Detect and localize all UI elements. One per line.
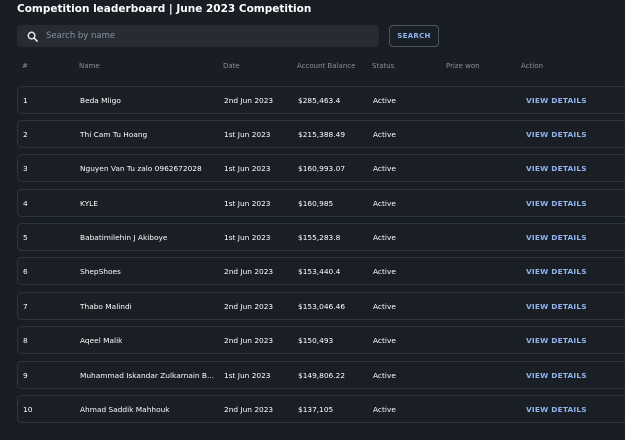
view-details-button[interactable]: VIEW DETAILS [526, 302, 587, 311]
header-num: # [22, 62, 28, 70]
header-action: Action [521, 62, 543, 70]
row-name: Beda Mligo [80, 96, 121, 105]
row-rank: 1 [23, 96, 28, 105]
table-row: 1 Beda Mligo 2nd Jun 2023 $285,463.4 Act… [17, 86, 625, 114]
row-name: KYLE [80, 199, 98, 208]
row-balance: $137,105 [298, 405, 334, 414]
row-date: 2nd Jun 2023 [224, 405, 274, 414]
view-details-button[interactable]: VIEW DETAILS [526, 130, 587, 139]
search-button[interactable]: SEARCH [389, 25, 439, 47]
row-rank: 7 [23, 302, 28, 311]
row-rank: 4 [23, 199, 28, 208]
row-date: 1st Jun 2023 [224, 164, 271, 173]
table-row: 10 Ahmad Saddik Mahhouk 2nd Jun 2023 $13… [17, 395, 625, 423]
row-name: Thi Cam Tu Hoang [80, 130, 148, 139]
table-row: 7 Thabo Malindi 2nd Jun 2023 $153,046.46… [17, 292, 625, 320]
view-details-button[interactable]: VIEW DETAILS [526, 405, 587, 414]
row-name: Nguyen Van Tu zalo 0962672028 [80, 164, 202, 173]
view-details-button[interactable]: VIEW DETAILS [526, 371, 587, 380]
row-date: 2nd Jun 2023 [224, 336, 274, 345]
row-name: Babatimilehin J Akiboye [80, 233, 168, 242]
row-status: Active [373, 130, 396, 139]
search-bar[interactable] [17, 25, 379, 47]
row-name: Aqeel Malik [80, 336, 123, 345]
header-date: Date [223, 62, 240, 70]
view-details-button[interactable]: VIEW DETAILS [526, 267, 587, 276]
table-row: 2 Thi Cam Tu Hoang 1st Jun 2023 $215,388… [17, 120, 625, 148]
row-rank: 10 [23, 405, 33, 414]
row-balance: $160,993.07 [298, 164, 346, 173]
header-prize: Prize won [446, 62, 480, 70]
row-balance: $160,985 [298, 199, 334, 208]
table-row: 6 ShepShoes 2nd Jun 2023 $153,440.4 Acti… [17, 257, 625, 285]
row-rank: 5 [23, 233, 28, 242]
table-row: 5 Babatimilehin J Akiboye 1st Jun 2023 $… [17, 223, 625, 251]
row-name: ShepShoes [80, 267, 121, 276]
row-date: 1st Jun 2023 [224, 199, 271, 208]
row-name: Muhammad Iskandar Zulkarnain B... [80, 371, 215, 380]
row-balance: $150,493 [298, 336, 334, 345]
view-details-button[interactable]: VIEW DETAILS [526, 233, 587, 242]
table-row: 4 KYLE 1st Jun 2023 $160,985 Active VIEW… [17, 189, 625, 217]
row-rank: 8 [23, 336, 28, 345]
table-row: 8 Aqeel Malik 2nd Jun 2023 $150,493 Acti… [17, 326, 625, 354]
search-input[interactable] [46, 31, 346, 41]
table-row: 9 Muhammad Iskandar Zulkarnain B... 1st … [17, 361, 625, 389]
row-rank: 6 [23, 267, 28, 276]
row-status: Active [373, 405, 396, 414]
row-balance: $149,806.22 [298, 371, 346, 380]
row-status: Active [373, 96, 396, 105]
row-date: 2nd Jun 2023 [224, 96, 274, 105]
row-balance: $155,283.8 [298, 233, 341, 242]
row-date: 2nd Jun 2023 [224, 302, 274, 311]
header-status: Status [372, 62, 395, 70]
row-rank: 9 [23, 371, 28, 380]
row-name: Ahmad Saddik Mahhouk [80, 405, 170, 414]
row-rank: 2 [23, 130, 28, 139]
row-status: Active [373, 267, 396, 276]
header-balance: Account Balance [297, 62, 356, 70]
row-balance: $285,463.4 [298, 96, 341, 105]
page-title: Competition leaderboard | June 2023 Comp… [17, 3, 312, 15]
row-balance: $215,388.49 [298, 130, 346, 139]
view-details-button[interactable]: VIEW DETAILS [526, 164, 587, 173]
view-details-button[interactable]: VIEW DETAILS [526, 96, 587, 105]
row-balance: $153,440.4 [298, 267, 341, 276]
header-name: Name [79, 62, 100, 70]
row-status: Active [373, 199, 396, 208]
row-date: 1st Jun 2023 [224, 130, 271, 139]
row-status: Active [373, 336, 396, 345]
row-balance: $153,046.46 [298, 302, 346, 311]
row-status: Active [373, 371, 396, 380]
row-name: Thabo Malindi [80, 302, 132, 311]
view-details-button[interactable]: VIEW DETAILS [526, 336, 587, 345]
row-date: 1st Jun 2023 [224, 233, 271, 242]
table-header: # Name Date Account Balance Status Prize… [17, 62, 625, 76]
row-date: 2nd Jun 2023 [224, 267, 274, 276]
view-details-button[interactable]: VIEW DETAILS [526, 199, 587, 208]
row-rank: 3 [23, 164, 28, 173]
row-status: Active [373, 233, 396, 242]
row-status: Active [373, 302, 396, 311]
row-status: Active [373, 164, 396, 173]
search-icon [27, 30, 39, 42]
row-date: 1st Jun 2023 [224, 371, 271, 380]
leaderboard-page: Competition leaderboard | June 2023 Comp… [0, 0, 625, 440]
table-row: 3 Nguyen Van Tu zalo 0962672028 1st Jun … [17, 154, 625, 182]
